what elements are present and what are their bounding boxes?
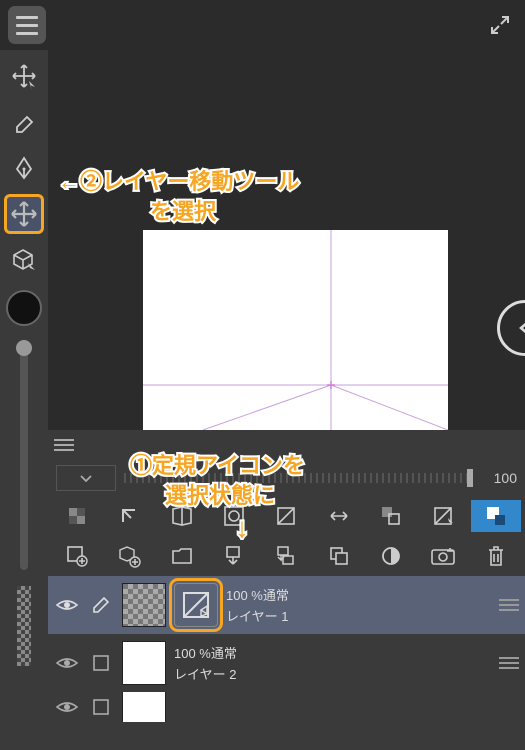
opacity-slider[interactable] bbox=[124, 473, 473, 483]
new-3d-layer-icon[interactable] bbox=[104, 540, 154, 572]
camera-icon[interactable] bbox=[418, 540, 468, 572]
merge-down-icon[interactable] bbox=[261, 540, 311, 572]
effect-icon[interactable] bbox=[314, 500, 364, 532]
drag-handle-icon[interactable] bbox=[499, 599, 519, 611]
trash-icon[interactable] bbox=[471, 540, 521, 572]
3d-tool[interactable] bbox=[4, 240, 44, 280]
opacity-row: 100 bbox=[48, 460, 525, 496]
eraser-tool[interactable] bbox=[4, 102, 44, 142]
folder-icon[interactable] bbox=[157, 540, 207, 572]
menu-button[interactable] bbox=[8, 6, 46, 44]
ruler-icon-active[interactable] bbox=[174, 583, 218, 627]
layer-thumbnail[interactable] bbox=[122, 692, 166, 722]
top-bar bbox=[0, 0, 525, 50]
layer-thumbnail[interactable] bbox=[122, 583, 166, 627]
layer-color-icon[interactable] bbox=[366, 500, 416, 532]
pen-tool[interactable] bbox=[4, 148, 44, 188]
layer-row-1[interactable]: 100 %通常 レイヤー 1 bbox=[48, 576, 525, 634]
visibility-icon[interactable] bbox=[54, 597, 80, 613]
canvas-area[interactable] bbox=[48, 50, 525, 430]
ruler-toggle-icon[interactable] bbox=[261, 500, 311, 532]
opacity-gradient[interactable] bbox=[17, 586, 31, 666]
drag-handle-icon[interactable] bbox=[499, 657, 519, 669]
lock-alpha-icon[interactable] bbox=[52, 500, 102, 532]
edit-box-icon[interactable] bbox=[88, 653, 114, 673]
layer-name-label: レイヤー 2 bbox=[174, 664, 491, 683]
fullscreen-button[interactable] bbox=[483, 8, 517, 42]
layer-name-label: レイヤー 1 bbox=[226, 606, 491, 625]
layer-toolbar-row-2 bbox=[48, 536, 525, 576]
visibility-icon[interactable] bbox=[54, 699, 80, 715]
foreground-color[interactable] bbox=[6, 290, 42, 326]
ruler-options-icon[interactable] bbox=[418, 500, 468, 532]
move-transform-tool[interactable] bbox=[4, 56, 44, 96]
layer-blend-label: 100 %通常 bbox=[174, 643, 491, 662]
reference-icon[interactable] bbox=[157, 500, 207, 532]
layer-row-2[interactable]: 100 %通常 レイヤー 2 bbox=[48, 634, 525, 692]
layer-thumbnail[interactable] bbox=[122, 641, 166, 685]
layer-row-3[interactable] bbox=[48, 692, 525, 722]
layer-toolbar-row-1 bbox=[48, 496, 525, 536]
clip-mask-icon[interactable] bbox=[104, 500, 154, 532]
left-toolbar bbox=[0, 50, 48, 750]
new-layer-icon[interactable] bbox=[52, 540, 102, 572]
duplicate-icon[interactable] bbox=[314, 540, 364, 572]
layer-info: 100 %通常 レイヤー 1 bbox=[226, 585, 491, 625]
mask-icon[interactable] bbox=[209, 500, 259, 532]
edit-box-icon[interactable] bbox=[88, 697, 114, 717]
canvas[interactable] bbox=[143, 230, 448, 430]
visibility-icon[interactable] bbox=[54, 655, 80, 671]
panel-header bbox=[48, 430, 525, 460]
edit-icon[interactable] bbox=[88, 594, 114, 616]
layer-info: 100 %通常 レイヤー 2 bbox=[174, 643, 491, 683]
layer-panel: 100 100 %通常 レ bbox=[48, 430, 525, 750]
blend-mode-dropdown[interactable] bbox=[56, 465, 116, 491]
opacity-value: 100 bbox=[481, 470, 517, 486]
layer-move-tool[interactable] bbox=[4, 194, 44, 234]
layer-blend-label: 100 %通常 bbox=[226, 585, 491, 604]
panel-layout-icon[interactable] bbox=[471, 500, 521, 532]
transfer-down-icon[interactable] bbox=[209, 540, 259, 572]
adjustment-layer-icon[interactable] bbox=[366, 540, 416, 572]
panel-menu-button[interactable] bbox=[54, 439, 74, 451]
brush-size-slider[interactable] bbox=[20, 340, 28, 570]
